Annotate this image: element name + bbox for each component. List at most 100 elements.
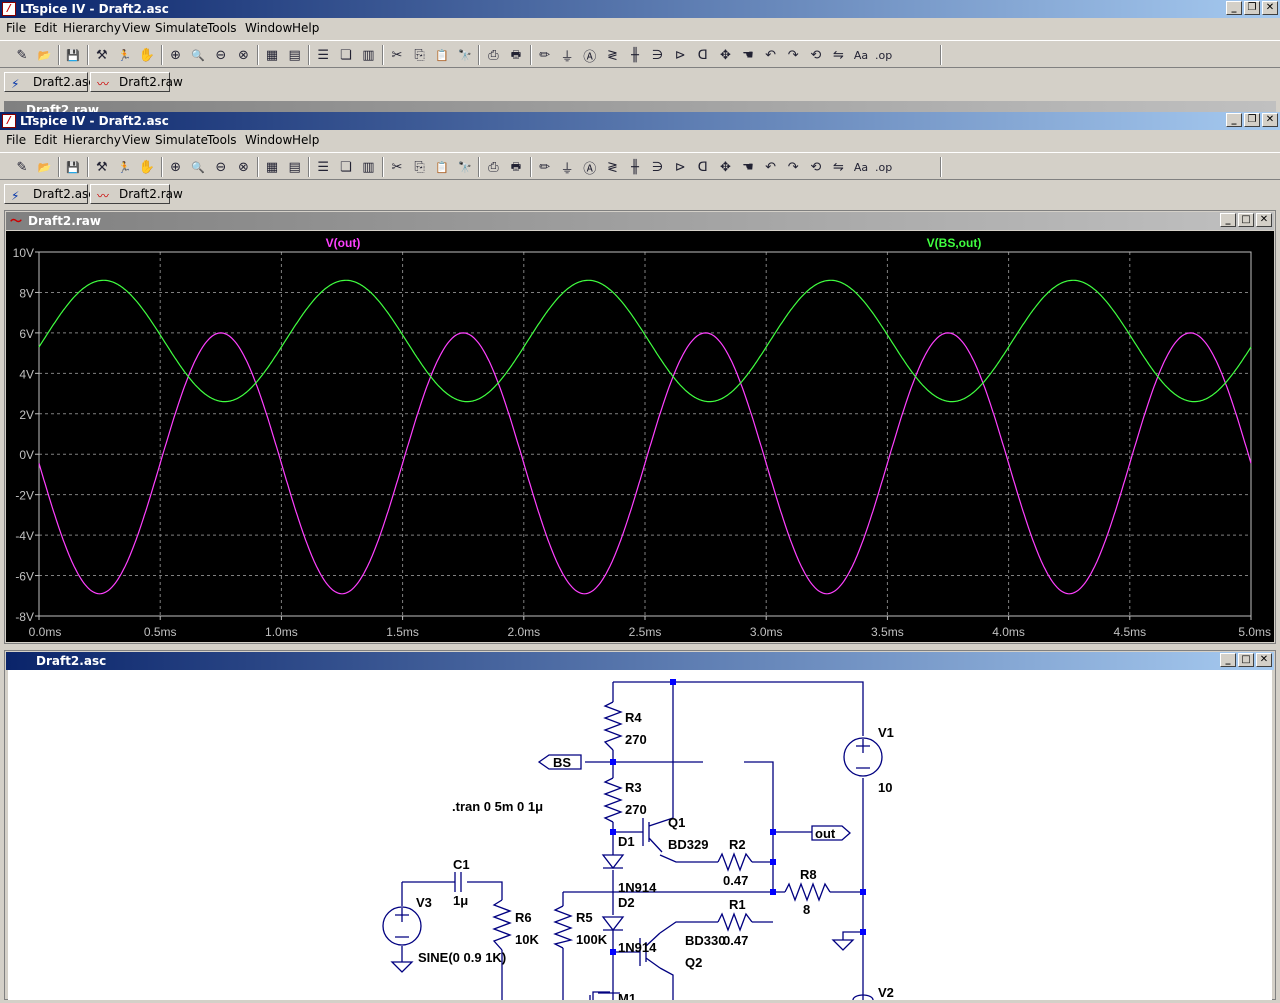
restore-button[interactable]: ❐ xyxy=(1244,113,1260,127)
control-panel-icon[interactable]: ⚒ xyxy=(92,45,112,65)
waveform-close-button[interactable]: ✕ xyxy=(1256,213,1272,227)
menu-view[interactable]: View xyxy=(122,21,150,35)
find-icon[interactable]: 🔭 xyxy=(455,157,475,177)
menu-edit[interactable]: Edit xyxy=(34,21,57,35)
grid-icon[interactable]: ▤ xyxy=(285,157,305,177)
cut-icon[interactable]: ✂ xyxy=(387,45,407,65)
tile-vertical-icon[interactable]: ▥ xyxy=(358,157,378,177)
restore-button[interactable]: ❐ xyxy=(1244,1,1260,15)
ground-icon[interactable]: ⏚ xyxy=(557,157,577,177)
wire-icon[interactable]: ✏ xyxy=(535,45,555,65)
schematic-close-button[interactable]: ✕ xyxy=(1256,653,1272,667)
run-icon[interactable]: 🏃 xyxy=(114,45,134,65)
new-schematic-icon[interactable]: ✎ xyxy=(12,45,32,65)
tab-draft2-raw[interactable]: 〰 Draft2.raw xyxy=(90,184,183,204)
print-setup-icon[interactable]: ⎙ xyxy=(483,157,503,177)
cascade-icon[interactable]: ❏ xyxy=(336,45,356,65)
autorange-icon[interactable]: ▦ xyxy=(262,45,282,65)
undo-icon[interactable]: ↶ xyxy=(761,45,781,65)
copy-icon[interactable]: ⎘ xyxy=(410,45,430,65)
menu-window[interactable]: Window xyxy=(245,133,292,147)
menu-simulate[interactable]: Simulate xyxy=(155,21,208,35)
print-icon[interactable]: 🖶 xyxy=(506,157,526,177)
find-icon[interactable]: 🔭 xyxy=(455,45,475,65)
diode-icon[interactable]: ⊳ xyxy=(670,157,690,177)
grid-icon[interactable]: ▤ xyxy=(285,45,305,65)
close-button[interactable]: ✕ xyxy=(1262,1,1278,15)
minimize-button[interactable]: _ xyxy=(1226,1,1242,15)
resistor-icon[interactable]: ≷ xyxy=(602,45,622,65)
menu-file[interactable]: File xyxy=(6,133,26,147)
zoom-out-icon[interactable]: ⊖ xyxy=(211,157,231,177)
paste-icon[interactable]: 📋 xyxy=(432,45,452,65)
zoom-in-icon[interactable]: ⊕ xyxy=(166,157,186,177)
undo-icon[interactable]: ↶ xyxy=(761,157,781,177)
rotate-icon[interactable]: ⟲ xyxy=(806,157,826,177)
redo-icon[interactable]: ↷ xyxy=(783,45,803,65)
halt-icon[interactable]: ✋ xyxy=(137,45,157,65)
spice-directive-icon[interactable]: .op xyxy=(874,45,894,65)
label-net-icon[interactable]: Ⓐ xyxy=(580,45,600,65)
wire-icon[interactable]: ✏ xyxy=(535,157,555,177)
cascade-icon[interactable]: ❏ xyxy=(336,157,356,177)
tab-draft2-asc[interactable]: ⚡ Draft2.asc xyxy=(4,184,95,204)
waveform-chart[interactable]: 0.0ms 0.5ms 1.0ms 1.5ms 2.0ms 2.5ms 3.0ms 3.5ms… xyxy=(6,231,1274,642)
schematic-maximize-button[interactable]: □ xyxy=(1238,653,1254,667)
tab-draft2-raw[interactable]: 〰 Draft2.raw xyxy=(90,72,183,92)
menu-file[interactable]: File xyxy=(6,21,26,35)
menu-hierarchy[interactable]: Hierarchy xyxy=(63,21,121,35)
print-setup-icon[interactable]: ⎙ xyxy=(483,45,503,65)
legend-v-bs-out[interactable]: V(BS,out) xyxy=(927,236,982,250)
move-icon[interactable]: ✥ xyxy=(715,45,735,65)
menu-hierarchy[interactable]: Hierarchy xyxy=(63,133,121,147)
inductor-icon[interactable]: ∋ xyxy=(648,45,668,65)
tile-horizontal-icon[interactable]: ☰ xyxy=(313,45,333,65)
tile-vertical-icon[interactable]: ▥ xyxy=(358,45,378,65)
autorange-icon[interactable]: ▦ xyxy=(262,157,282,177)
run-icon[interactable]: 🏃 xyxy=(114,157,134,177)
mirror-icon[interactable]: ⇋ xyxy=(828,157,848,177)
rotate-icon[interactable]: ⟲ xyxy=(806,45,826,65)
save-icon[interactable]: 💾 xyxy=(63,157,83,177)
component-icon[interactable]: ᗡ xyxy=(693,157,713,177)
label-net-icon[interactable]: Ⓐ xyxy=(580,157,600,177)
menu-edit[interactable]: Edit xyxy=(34,133,57,147)
diode-icon[interactable]: ⊳ xyxy=(670,45,690,65)
menu-simulate[interactable]: Simulate xyxy=(155,133,208,147)
copy-icon[interactable]: ⎘ xyxy=(410,157,430,177)
zoom-in-icon[interactable]: ⊕ xyxy=(166,45,186,65)
menu-help[interactable]: Help xyxy=(292,133,319,147)
legend-v-out[interactable]: V(out) xyxy=(326,236,361,250)
menu-tools[interactable]: Tools xyxy=(207,133,237,147)
waveform-plot[interactable]: 0.0ms 0.5ms 1.0ms 1.5ms 2.0ms 2.5ms 3.0ms 3.5ms… xyxy=(6,231,1274,642)
drag-icon[interactable]: ☚ xyxy=(738,45,758,65)
capacitor-icon[interactable]: ╫ xyxy=(625,157,645,177)
minimize-button[interactable]: _ xyxy=(1226,113,1242,127)
menu-tools[interactable]: Tools xyxy=(207,21,237,35)
capacitor-icon[interactable]: ╫ xyxy=(625,45,645,65)
save-icon[interactable]: 💾 xyxy=(63,45,83,65)
menu-help[interactable]: Help xyxy=(292,21,319,35)
zoom-fit-icon[interactable]: ⊗ xyxy=(233,157,253,177)
open-icon[interactable]: 📂 xyxy=(35,45,55,65)
menu-window[interactable]: Window xyxy=(245,21,292,35)
schematic-canvas[interactable]: R4 270 R3 270 BS V1 10 .tran 0 5m 0 1μ Q… xyxy=(8,670,1272,1003)
redo-icon[interactable]: ↷ xyxy=(783,157,803,177)
schematic-minimize-button[interactable]: _ xyxy=(1220,653,1236,667)
new-schematic-icon[interactable]: ✎ xyxy=(12,157,32,177)
tab-draft2-asc[interactable]: ⚡ Draft2.asc xyxy=(4,72,95,92)
text-icon[interactable]: Aa xyxy=(851,45,871,65)
ground-icon[interactable]: ⏚ xyxy=(557,45,577,65)
spice-directive-icon[interactable]: .op xyxy=(874,157,894,177)
schematic-drawing[interactable]: R4 270 R3 270 BS V1 10 .tran 0 5m 0 1μ Q… xyxy=(8,670,1272,1003)
inductor-icon[interactable]: ∋ xyxy=(648,157,668,177)
paste-icon[interactable]: 📋 xyxy=(432,157,452,177)
print-icon[interactable]: 🖶 xyxy=(506,45,526,65)
open-icon[interactable]: 📂 xyxy=(35,157,55,177)
zoom-fit-icon[interactable]: ⊗ xyxy=(233,45,253,65)
resistor-icon[interactable]: ≷ xyxy=(602,157,622,177)
tile-horizontal-icon[interactable]: ☰ xyxy=(313,157,333,177)
move-icon[interactable]: ✥ xyxy=(715,157,735,177)
text-icon[interactable]: Aa xyxy=(851,157,871,177)
zoom-pan-icon[interactable]: 🔍 xyxy=(188,45,208,65)
